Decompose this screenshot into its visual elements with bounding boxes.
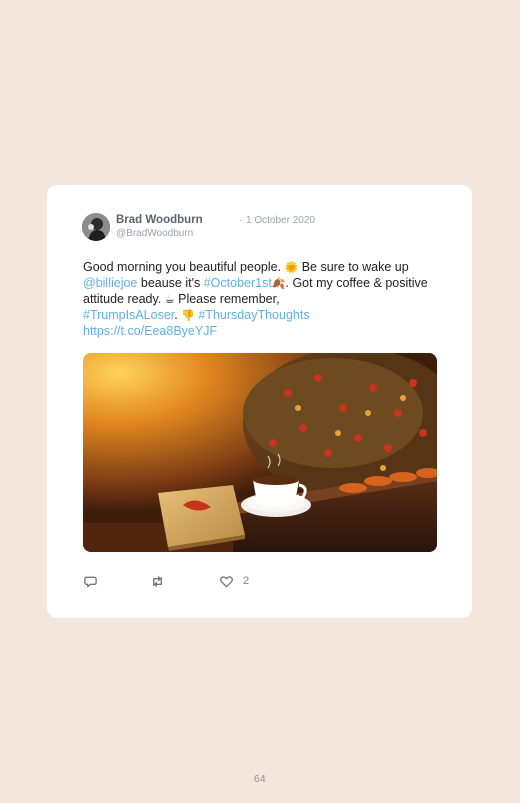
author-handle[interactable]: @BradWoodburn bbox=[116, 228, 193, 239]
reply-icon bbox=[84, 576, 97, 587]
coffee-emoji-icon: ☕ bbox=[164, 294, 175, 306]
hashtag-link-thursdaythoughts[interactable]: #ThursdayThoughts bbox=[198, 308, 309, 322]
author-name[interactable]: Brad Woodburn bbox=[116, 214, 203, 226]
sun-emoji-icon: 🌞 bbox=[284, 262, 299, 274]
reply-button[interactable] bbox=[83, 573, 98, 589]
tweet-card: Brad Woodburn · 1 October 2020 @BradWood… bbox=[47, 185, 472, 618]
tweet-actions: 2 bbox=[83, 573, 437, 591]
tweet-media-image[interactable] bbox=[83, 353, 437, 552]
heart-icon bbox=[220, 575, 233, 587]
text-segment: beause it's bbox=[137, 276, 204, 290]
separator-dot: · bbox=[239, 215, 243, 226]
text-segment: Be sure to wake up bbox=[298, 260, 409, 274]
tweet-date[interactable]: 1 October 2020 bbox=[246, 215, 315, 226]
hashtag-link-october1st[interactable]: #October1st bbox=[204, 276, 272, 290]
mention-link[interactable]: @billiejoe bbox=[83, 276, 137, 290]
autumn-photo-icon bbox=[83, 353, 437, 552]
tweet-url-link[interactable]: https://t.co/Eea8ByeYJF bbox=[83, 324, 217, 338]
like-count: 2 bbox=[243, 575, 250, 587]
leaves-emoji-icon: 🍂 bbox=[271, 278, 286, 290]
retweet-button[interactable] bbox=[150, 573, 165, 589]
hashtag-link-trumpisaloser[interactable]: #TrumpIsALoser bbox=[83, 308, 174, 322]
thumbs-down-emoji-icon: 👎 bbox=[181, 310, 195, 322]
avatar[interactable] bbox=[82, 213, 110, 241]
text-segment: Good morning you beautiful people. bbox=[83, 260, 285, 274]
tweet-text: Good morning you beautiful people. 🌞 Be … bbox=[83, 260, 443, 339]
text-segment: . bbox=[174, 308, 182, 322]
text-segment: Please remember, bbox=[174, 292, 280, 306]
retweet-icon bbox=[153, 575, 162, 587]
page-number: 64 bbox=[253, 774, 267, 785]
like-button[interactable]: 2 bbox=[219, 573, 249, 589]
